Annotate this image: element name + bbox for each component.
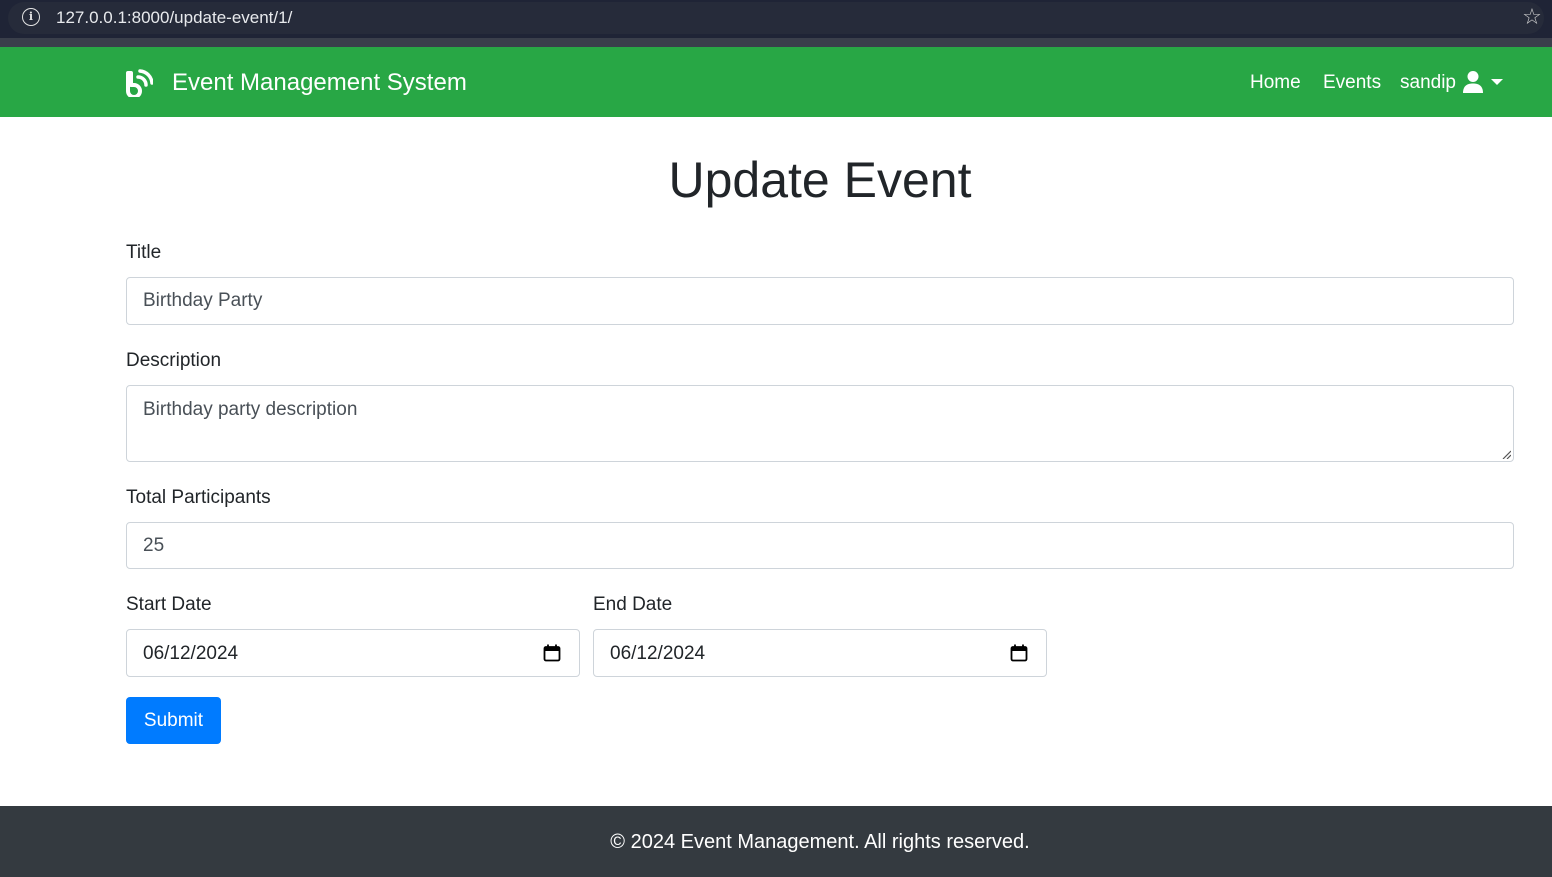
user-icon[interactable] [1462, 70, 1484, 94]
end-date-value: 06/12/2024 [610, 643, 706, 664]
calendar-icon[interactable] [1010, 644, 1028, 662]
participants-label: Total Participants [126, 487, 271, 508]
navbar: Event Management System Home Events sand… [0, 47, 1552, 117]
url-text[interactable]: 127.0.0.1:8000/update-event/1/ [56, 8, 292, 28]
end-date-input[interactable]: 06/12/2024 [593, 629, 1047, 677]
browser-toolbar: i 127.0.0.1:8000/update-event/1/ ☆ [0, 0, 1552, 38]
nav-home-link[interactable]: Home [1250, 71, 1301, 95]
start-date-label: Start Date [126, 594, 212, 615]
resize-handle-icon[interactable] [1501, 449, 1511, 459]
calendar-icon[interactable] [543, 644, 561, 662]
title-input[interactable]: Birthday Party [126, 277, 1514, 325]
title-label: Title [126, 242, 162, 263]
page-title: Update Event [668, 152, 972, 208]
broadcast-b-icon[interactable] [125, 69, 153, 97]
info-icon[interactable]: i [22, 8, 40, 26]
end-date-label: End Date [593, 594, 673, 615]
footer: © 2024 Event Management. All rights rese… [0, 806, 1552, 877]
brand-link[interactable]: Event Management System [172, 68, 467, 98]
star-icon[interactable]: ☆ [1520, 5, 1544, 29]
nav-user-dropdown[interactable]: sandip [1400, 71, 1456, 95]
caret-down-icon[interactable] [1491, 79, 1503, 85]
start-date-value: 06/12/2024 [143, 643, 239, 664]
description-text: Birthday party description [143, 399, 358, 420]
nav-events-link[interactable]: Events [1323, 71, 1381, 95]
start-date-input[interactable]: 06/12/2024 [126, 629, 580, 677]
browser-divider [0, 38, 1552, 47]
description-textarea[interactable]: Birthday party description [126, 385, 1514, 462]
submit-button[interactable]: Submit [126, 697, 221, 744]
description-label: Description [126, 350, 222, 371]
footer-copyright: © 2024 Event Management. All rights rese… [610, 831, 1030, 853]
participants-input[interactable]: 25 [126, 522, 1514, 569]
